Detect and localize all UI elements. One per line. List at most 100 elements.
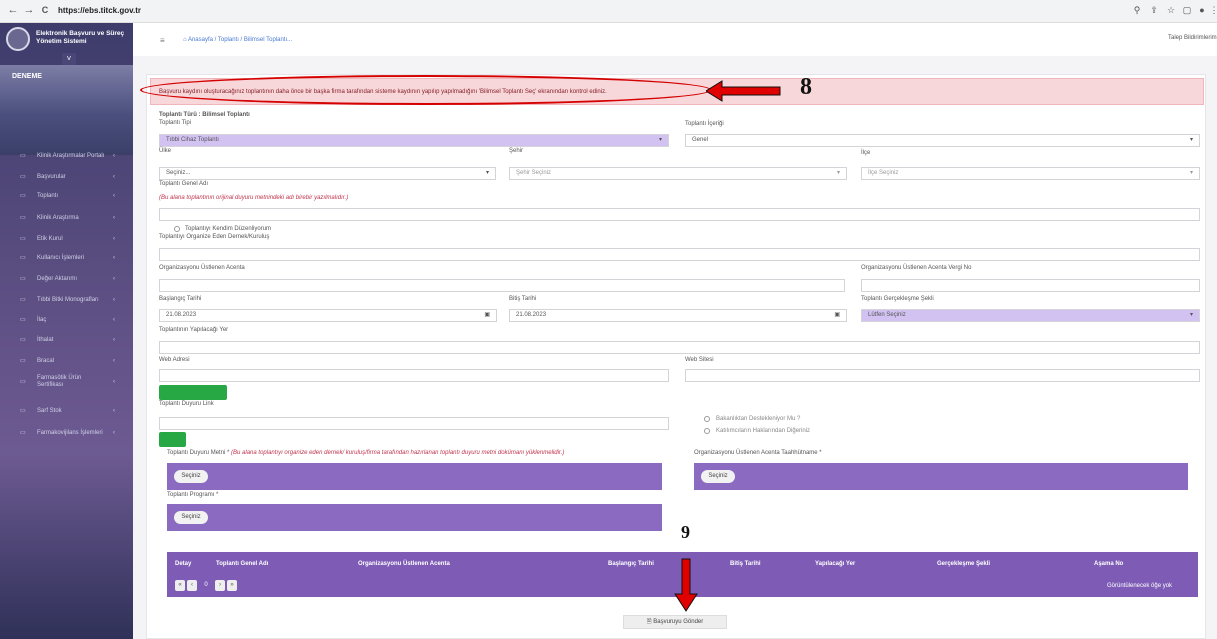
sidebar-item[interactable]: ▭ Değer Aktarımı ‹ [0, 273, 133, 285]
pager-prev-button[interactable]: ‹ [187, 580, 197, 591]
browser-toolbar: ← → C https://ebs.titck.gov.tr ⚲ ⇪ ☆ ▢ ●… [0, 0, 1217, 23]
city-label: Şehir [509, 148, 524, 154]
tab-icon[interactable]: ▢ [1181, 5, 1193, 16]
column-header[interactable]: Detay [175, 561, 191, 567]
chevron-down-icon[interactable]: ˅ [62, 53, 76, 65]
organizer-input[interactable] [159, 248, 1200, 261]
commitment-choose-button[interactable]: Seçiniz [701, 470, 735, 483]
sidebar-item-label: Klinik Araştırmalar Portalı [37, 153, 105, 159]
meeting-content-select[interactable]: Genel ▾ [685, 134, 1200, 147]
participant-rights-radio[interactable] [704, 428, 710, 434]
city-select[interactable]: Şehir Seçiniz ▾ [509, 167, 847, 180]
sidebar-item-label: Klinik Araştırma [37, 215, 79, 221]
web-site-label: Web Sitesi [685, 357, 714, 363]
caret-down-icon: ▾ [1189, 137, 1193, 143]
column-header[interactable]: Aşama No [1094, 561, 1123, 567]
sidebar-item[interactable]: ▭ Sarf Stok ‹ [0, 405, 133, 417]
chevron-icon: ‹ [113, 276, 115, 282]
bookmark-star-icon[interactable]: ☆ [1165, 5, 1177, 16]
sidebar-item[interactable]: ▭ Farmakovijilans İşlemleri ‹ [0, 427, 133, 439]
pager-first-button[interactable]: « [175, 580, 185, 591]
sidebar-item-label: İthalat [37, 337, 54, 343]
district-select[interactable]: İlçe Seçiniz ▾ [861, 167, 1200, 180]
sidebar-item[interactable]: ▭ Kullanıcı İşlemleri ‹ [0, 252, 133, 264]
sidebar-item[interactable]: ▭ Klinik Araştırma ‹ [0, 212, 133, 224]
sidebar-item[interactable]: ▭ Başvurular ‹ [0, 171, 133, 183]
notifications-link[interactable]: Talep Bildirimlerim [1168, 35, 1217, 41]
ministry-support-radio[interactable] [704, 416, 710, 422]
chevron-icon: ‹ [113, 317, 115, 323]
commitment-upload: Seçiniz [694, 463, 1188, 490]
breadcrumb[interactable]: ⌂ Anasayfa / Toplantı / Bilimsel Toplant… [183, 37, 292, 43]
announcement-choose-button[interactable]: Seçiniz [174, 470, 208, 483]
agency-input[interactable] [159, 279, 845, 292]
program-choose-button[interactable]: Seçiniz [174, 511, 208, 524]
share-icon[interactable]: ⇪ [1148, 5, 1160, 16]
zoom-icon[interactable]: ⚲ [1131, 5, 1143, 16]
sidebar-item-label: Sarf Stok [37, 408, 62, 414]
agency-label: Organizasyonu Üstlenen Acenta [159, 265, 245, 271]
column-header[interactable]: Yapılacağı Yer [815, 561, 855, 567]
sidebar-item-label: Değer Aktarımı [37, 276, 78, 282]
sidebar-item[interactable]: ▭ Etik Kurul ‹ [0, 233, 133, 245]
address-bar[interactable]: https://ebs.titck.gov.tr [58, 4, 141, 18]
meeting-name-label: Toplantı Genel Adı [159, 181, 209, 187]
venue-input[interactable] [159, 341, 1200, 354]
type-value: Tıbbi Cihaz Toplantı [166, 137, 219, 143]
sidebar-item[interactable]: ▭ Toplantı ‹ [0, 190, 133, 202]
calendar-icon[interactable]: ▣ [834, 310, 840, 321]
meeting-type-select[interactable]: Tıbbi Cihaz Toplantı ▾ [159, 134, 669, 147]
country-select[interactable]: Seçiniz... ▾ [159, 167, 496, 180]
column-header[interactable]: Toplantı Genel Adı [216, 561, 268, 567]
web-address-input[interactable] [159, 369, 669, 382]
sidebar-item[interactable]: ▭ İlaç ‹ [0, 314, 133, 326]
column-header[interactable]: Organizasyonu Üstlenen Acenta [358, 561, 450, 567]
announcement-upload: Seçiniz [167, 463, 662, 490]
web-site-input[interactable] [685, 369, 1200, 382]
end-date-input[interactable]: 21.08.2023 ▣ [509, 309, 847, 322]
web-address-label: Web Adresi [159, 357, 190, 363]
start-date-input[interactable]: 21.08.2023 ▣ [159, 309, 497, 322]
realization-value: Lütfen Seçiniz [868, 312, 906, 318]
sidebar-item-label: Başvurular [37, 174, 66, 180]
column-header[interactable]: Gerçekleşme Şekli [937, 561, 990, 567]
add-web-link-button[interactable] [159, 385, 227, 400]
sidebar: Elektronik Başvuru ve Süreç Yönetim Sist… [0, 23, 133, 639]
sidebar-item[interactable]: ▭ Farmasötik Ürün Sertifikası ‹ [0, 375, 133, 388]
back-icon[interactable]: ← [6, 4, 20, 16]
sidebar-item[interactable]: ▭ Bracal ‹ [0, 355, 133, 367]
column-header[interactable]: Bitiş Tarihi [730, 561, 761, 567]
folder-icon: ▭ [20, 174, 26, 180]
announcement-label-text: Toplantı Duyuru Metni * [167, 450, 230, 456]
pager-last-button[interactable]: » [227, 580, 237, 591]
sidebar-item[interactable]: ▭ Klinik Araştırmalar Portalı ‹ [0, 150, 133, 162]
sidebar-item[interactable]: ▭ Tıbbi Bitki Monografları ‹ [0, 294, 133, 306]
add-link-button[interactable] [159, 432, 186, 447]
content-value: Genel [692, 137, 709, 143]
start-date-value: 21.08.2023 [166, 312, 197, 318]
caret-down-icon: ▾ [485, 170, 489, 176]
column-header[interactable]: Başlangıç Tarihi [608, 561, 654, 567]
folder-icon: ▭ [20, 215, 26, 221]
calendar-icon[interactable]: ▣ [484, 310, 490, 321]
pager-next-button[interactable]: › [215, 580, 225, 591]
hamburger-icon[interactable]: ≡ [160, 36, 165, 45]
chevron-icon: ‹ [113, 174, 115, 180]
self-organize-radio[interactable] [174, 226, 180, 232]
announcement-link-input[interactable] [159, 417, 669, 430]
menu-kebab-icon[interactable]: ⋮ [1208, 5, 1217, 16]
submit-application-button[interactable]: 🗎 Başvuruyu Gönder [623, 615, 727, 629]
meeting-type-line: Toplantı Türü : Bilimsel Toplantı [159, 112, 250, 118]
system-title: Elektronik Başvuru ve Süreç Yönetim Sist… [36, 30, 125, 45]
arrow-down-icon [674, 558, 698, 612]
sidebar-item[interactable]: ▭ İthalat ‹ [0, 334, 133, 346]
announcement-label: Toplantı Duyuru Metni * (Bu alana toplan… [167, 450, 564, 456]
forward-icon[interactable]: → [22, 4, 36, 16]
reload-icon[interactable]: C [38, 5, 52, 15]
agency-tax-input[interactable] [861, 279, 1200, 292]
end-date-value: 21.08.2023 [516, 312, 547, 318]
topbar: ≡ ⌂ Anasayfa / Toplantı / Bilimsel Topla… [133, 23, 1217, 56]
meeting-name-input[interactable] [159, 208, 1200, 221]
realization-select[interactable]: Lütfen Seçiniz ▾ [861, 309, 1200, 322]
profile-icon[interactable]: ● [1196, 5, 1208, 15]
